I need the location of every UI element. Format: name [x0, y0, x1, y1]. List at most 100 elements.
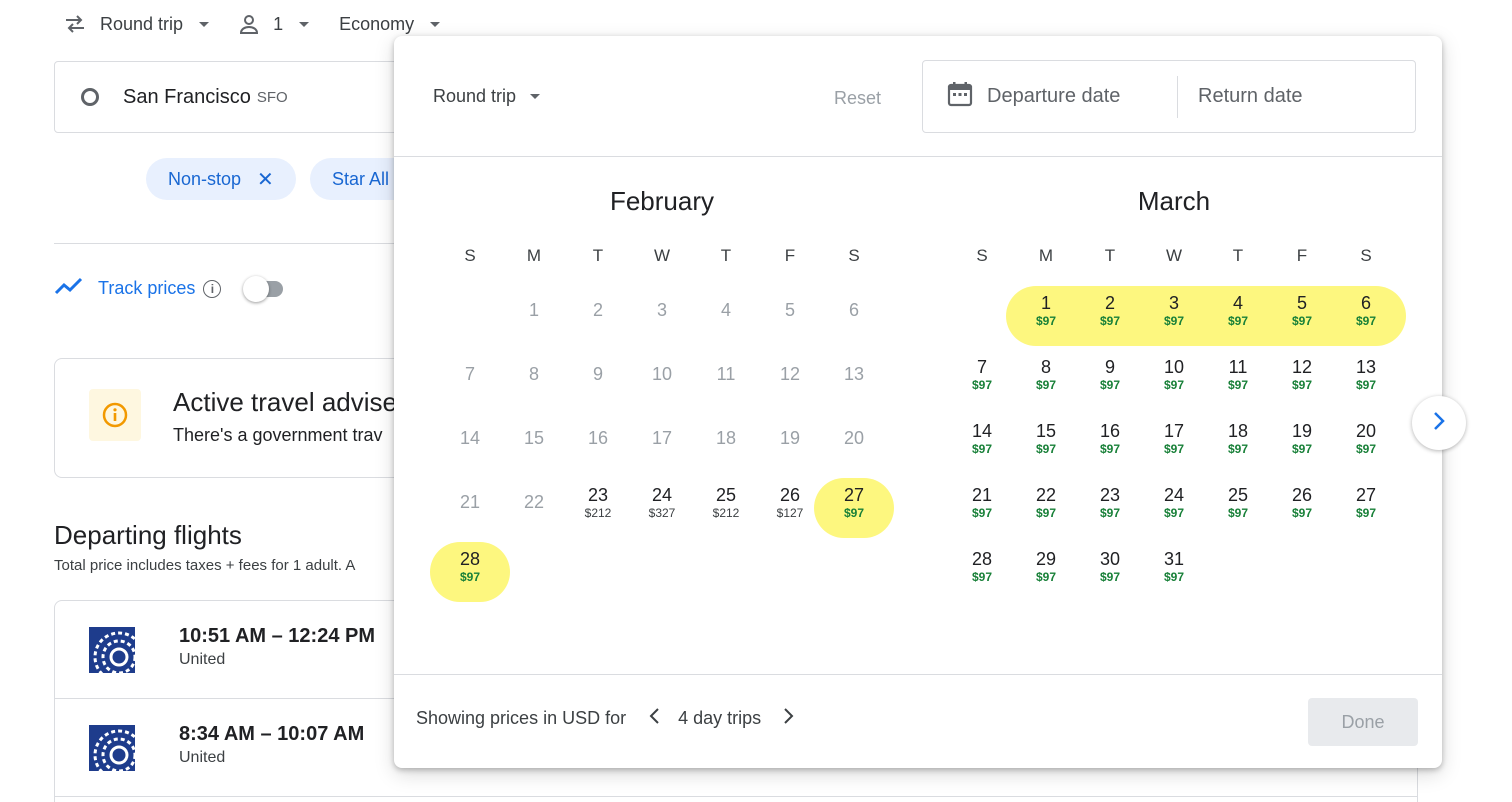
day-number: 2: [1104, 293, 1115, 313]
day-price: $97: [1355, 442, 1377, 456]
day-number: 30: [1099, 549, 1121, 569]
calendar-day[interactable]: 14 $97: [950, 412, 1014, 476]
info-icon[interactable]: i: [203, 279, 222, 298]
calendar-day[interactable]: 7 $97: [950, 348, 1014, 412]
calendar-day[interactable]: 27 $97: [822, 476, 886, 540]
day-number: 28: [459, 549, 481, 569]
calendar-day[interactable]: 30 $97: [1078, 540, 1142, 604]
chevron-right-icon[interactable]: [783, 707, 795, 730]
track-prices-label: Track prices: [98, 278, 196, 298]
day-price: $127: [776, 506, 804, 520]
calendar-day[interactable]: 13 $97: [1334, 348, 1398, 412]
trip-length-label: 4 day trips: [678, 707, 762, 728]
person-icon: [239, 14, 259, 34]
day-number: 13: [843, 364, 865, 384]
weekday-label: F: [784, 246, 796, 265]
picker-trip-type-select[interactable]: Round trip: [433, 86, 541, 107]
calendar-day[interactable]: 6 $97: [1334, 284, 1398, 348]
track-prices-toggle[interactable]: [243, 275, 284, 302]
calendar-day[interactable]: 18 $97: [1206, 412, 1270, 476]
calendar-day[interactable]: 9 $97: [1078, 348, 1142, 412]
passengers-select[interactable]: 1: [239, 14, 310, 35]
return-date-field[interactable]: Return date: [1198, 85, 1303, 108]
day-number: 1: [528, 300, 539, 320]
calendar-day[interactable]: 28 $97: [438, 540, 502, 604]
day-price: $97: [843, 506, 865, 520]
reset-button[interactable]: Reset: [834, 88, 881, 109]
chevron-right-icon: [1432, 411, 1446, 436]
calendar-day[interactable]: 2 $97: [1078, 284, 1142, 348]
month-title: March: [1137, 186, 1211, 216]
trip-type-select[interactable]: Round trip: [64, 13, 210, 35]
day-number: 14: [459, 428, 481, 448]
close-icon[interactable]: ✕: [257, 167, 274, 192]
day-number: 3: [1168, 293, 1179, 313]
day-number: 3: [656, 300, 667, 320]
day-number: 15: [523, 428, 545, 448]
day-price: $97: [971, 570, 993, 584]
weekday-label: F: [1296, 246, 1308, 265]
filter-chip-nonstop[interactable]: Non-stop ✕: [146, 158, 296, 200]
calendar-day[interactable]: 17 $97: [1142, 412, 1206, 476]
calendar-day[interactable]: 24 $327: [630, 476, 694, 540]
calendar-day[interactable]: 25 $97: [1206, 476, 1270, 540]
calendar-day[interactable]: 31 $97: [1142, 540, 1206, 604]
calendar-day[interactable]: 23 $97: [1078, 476, 1142, 540]
weekday-label: S: [848, 246, 860, 265]
done-button[interactable]: Done: [1308, 698, 1418, 746]
trip-type-label: Round trip: [100, 13, 184, 34]
day-number: 27: [843, 485, 865, 505]
calendar-day[interactable]: 1 $97: [1014, 284, 1078, 348]
day-number: 22: [1035, 485, 1057, 505]
day-number: 23: [587, 485, 609, 505]
calendar-day[interactable]: 8 $97: [1014, 348, 1078, 412]
calendar-day: 11: [694, 348, 758, 412]
chevron-left-icon[interactable]: [648, 707, 660, 730]
weekday-header: S M T W T F S: [438, 246, 886, 270]
day-number: 4: [720, 300, 731, 320]
day-number: 11: [716, 364, 736, 384]
calendar-day[interactable]: 20 $97: [1334, 412, 1398, 476]
weekday-label: W: [653, 246, 671, 265]
day-price: $97: [1035, 442, 1057, 456]
calendar-day[interactable]: 25 $212: [694, 476, 758, 540]
calendar-day[interactable]: 21 $97: [950, 476, 1014, 540]
departure-date-field[interactable]: Departure date: [987, 85, 1177, 108]
day-price: $97: [971, 442, 993, 456]
day-grid: 1 2 3 4 5 6 7 8 9 10 11 12 13 14 15 16 17 18 19 20 21 22 23 $21…: [430, 284, 894, 604]
calendar-day[interactable]: 16 $97: [1078, 412, 1142, 476]
calendar-day[interactable]: 26 $127: [758, 476, 822, 540]
calendar-day[interactable]: 11 $97: [1206, 348, 1270, 412]
next-month-button[interactable]: [1412, 396, 1466, 450]
weekday-label: S: [976, 246, 988, 265]
calendar-day[interactable]: 19 $97: [1270, 412, 1334, 476]
calendar-day[interactable]: 24 $97: [1142, 476, 1206, 540]
calendar-day: 17: [630, 412, 694, 476]
day-number: 26: [1291, 485, 1313, 505]
origin-code: SFO: [256, 88, 288, 106]
day-price: $97: [1227, 378, 1249, 392]
departing-flights-subtitle: Total price includes taxes + fees for 1 …: [54, 557, 356, 574]
day-number: 24: [651, 485, 673, 505]
origin-city: San Francisco: [123, 85, 251, 108]
calendar-day[interactable]: 28 $97: [950, 540, 1014, 604]
calendar-day[interactable]: 29 $97: [1014, 540, 1078, 604]
picker-trip-type-label: Round trip: [433, 86, 517, 106]
calendar-day[interactable]: 4 $97: [1206, 284, 1270, 348]
weekday-label: S: [464, 246, 476, 265]
calendar-day[interactable]: 26 $97: [1270, 476, 1334, 540]
day-number: 5: [1296, 293, 1307, 313]
calendar-day: 18: [694, 412, 758, 476]
calendar-day[interactable]: 27 $97: [1334, 476, 1398, 540]
calendar-day[interactable]: 3 $97: [1142, 284, 1206, 348]
calendar-day[interactable]: 5 $97: [1270, 284, 1334, 348]
cabin-class-select[interactable]: Economy: [339, 14, 441, 35]
calendar-day[interactable]: 22 $97: [1014, 476, 1078, 540]
calendar-day: 6: [822, 284, 886, 348]
calendar-day[interactable]: 12 $97: [1270, 348, 1334, 412]
calendar-day: 15: [502, 412, 566, 476]
calendar-day[interactable]: 15 $97: [1014, 412, 1078, 476]
day-number: 16: [587, 428, 609, 448]
calendar-day[interactable]: 23 $212: [566, 476, 630, 540]
calendar-day[interactable]: 10 $97: [1142, 348, 1206, 412]
